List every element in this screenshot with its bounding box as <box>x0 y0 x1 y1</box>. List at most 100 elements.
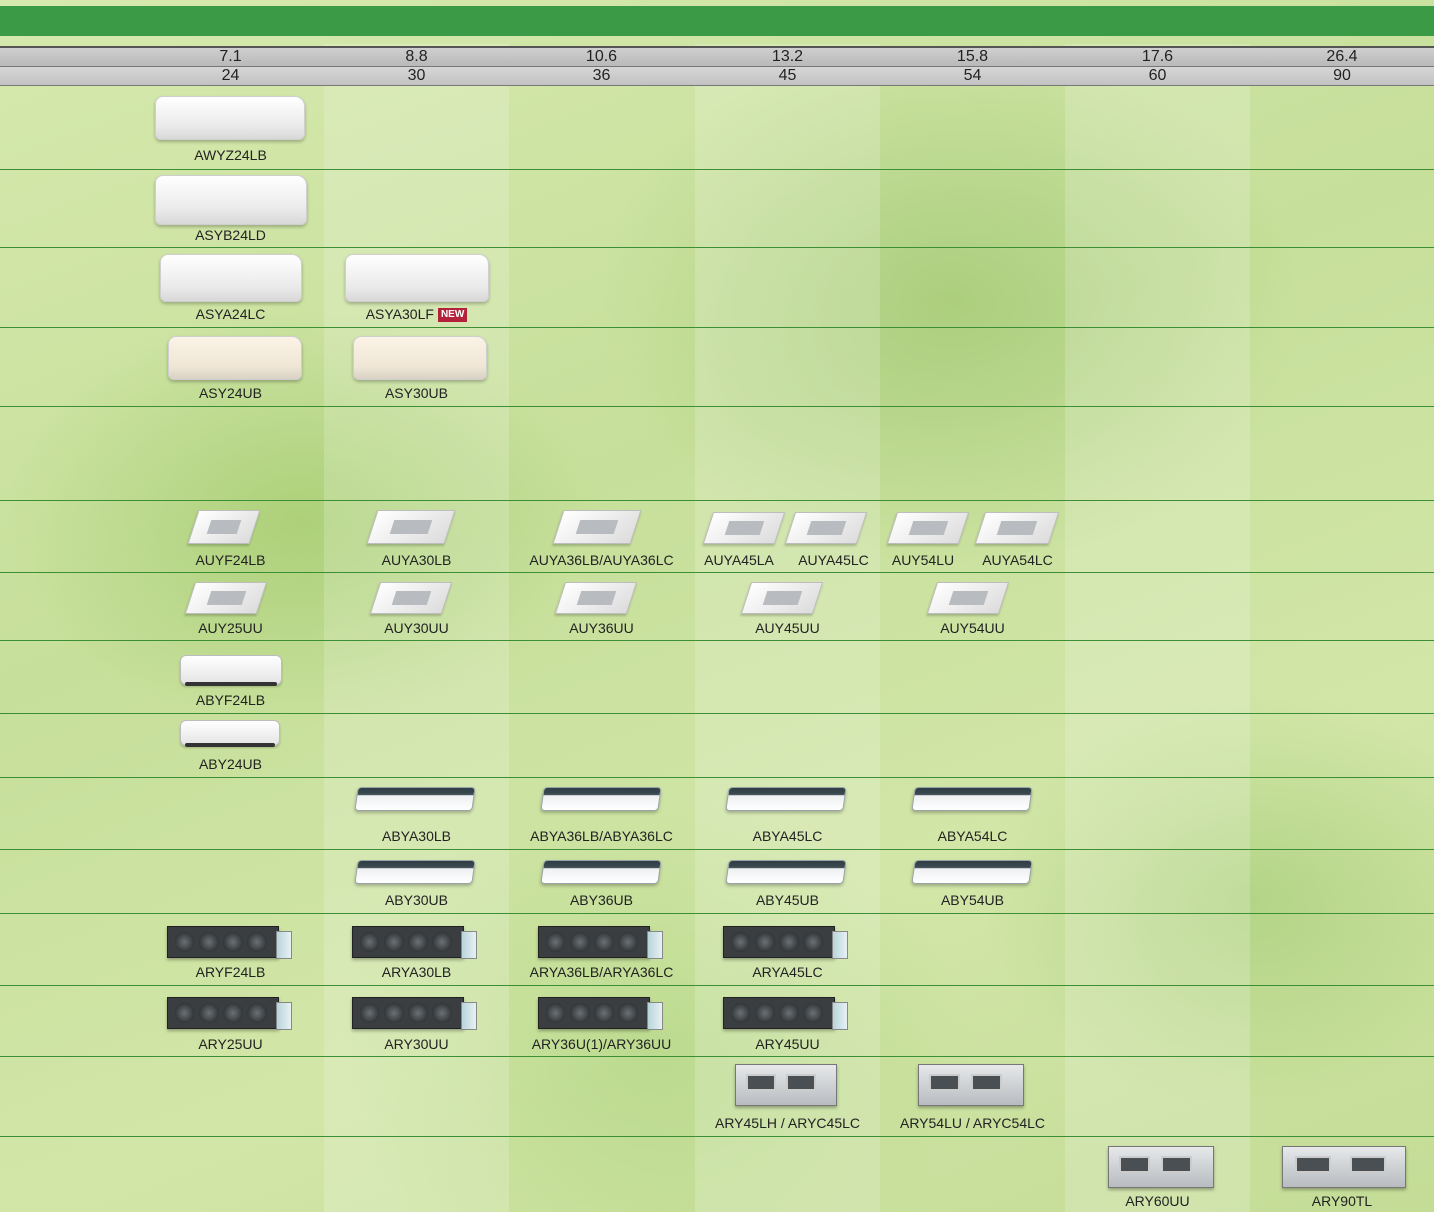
header-cell: 60 <box>1148 67 1167 84</box>
cassette-unit-image <box>702 512 786 544</box>
row-divider <box>0 500 1434 501</box>
header-cell: 26.4 <box>1326 48 1358 65</box>
model-label: ASY24UB <box>198 385 263 401</box>
model-label: ARYA30LB <box>381 964 452 980</box>
model-label: ABYA54LC <box>937 828 1008 844</box>
top-green-band <box>0 6 1434 36</box>
model-label: ARY45UU <box>755 1036 820 1052</box>
model-label: ABYF24LB <box>195 692 266 708</box>
wall-mounted-unit-image <box>155 175 307 225</box>
model-label: AUYA30LB <box>381 552 452 568</box>
cassette-unit-image <box>886 512 970 544</box>
model-label: ABY54UB <box>940 892 1005 908</box>
high-static-duct-image <box>735 1064 837 1106</box>
model-label: ARY45LH / ARYC45LC <box>714 1115 860 1131</box>
model-label: ASYA30LF <box>365 306 434 322</box>
ceiling-unit-image <box>354 787 476 811</box>
header-cell: 30 <box>407 67 426 84</box>
duct-unit-image <box>352 997 477 1030</box>
row-divider <box>0 849 1434 850</box>
ceiling-unit-image <box>911 860 1033 884</box>
header-cell: 45 <box>778 67 797 84</box>
model-label: AUYA36LB/AUYA36LC <box>529 552 674 568</box>
row-divider <box>0 247 1434 248</box>
header-cell: 15.8 <box>956 48 989 65</box>
header-cell: 24 <box>221 67 240 84</box>
model-label: AUYF24LB <box>195 552 266 568</box>
cassette-unit-image <box>974 512 1060 544</box>
cassette-unit-image <box>369 582 453 614</box>
model-label: ASYB24LD <box>195 227 266 243</box>
model-label: ARYF24LB <box>195 964 266 980</box>
model-label: ABYA45LC <box>752 828 823 844</box>
header-row-kbtu: 24 30 36 45 54 60 90 <box>0 66 1434 86</box>
model-label: AWYZ24LB <box>194 147 267 163</box>
high-static-duct-image <box>1282 1146 1406 1188</box>
model-label: AUY45UU <box>755 620 820 636</box>
ceiling-unit-image <box>180 720 280 747</box>
row-divider <box>0 406 1434 407</box>
ceiling-unit-image <box>180 655 282 686</box>
model-label: ABYA30LB <box>381 828 451 844</box>
duct-unit-image <box>167 997 292 1030</box>
wall-mounted-unit-image <box>353 336 487 380</box>
model-label: AUYA54LC <box>982 552 1053 568</box>
ceiling-unit-image <box>540 860 662 884</box>
column-stripe-17-6 <box>1065 44 1250 1212</box>
row-divider <box>0 777 1434 778</box>
row-divider <box>0 572 1434 573</box>
model-label: AUY36UU <box>569 620 634 636</box>
model-label: AUY30UU <box>384 620 449 636</box>
ceiling-unit-image <box>725 787 847 811</box>
duct-unit-image <box>723 926 848 959</box>
model-label: ARY90TL <box>1311 1193 1373 1209</box>
wall-mounted-unit-image <box>345 254 489 302</box>
cassette-unit-image <box>187 510 261 544</box>
model-label: AUY25UU <box>198 620 263 636</box>
duct-unit-image <box>723 997 848 1030</box>
cassette-unit-image <box>184 582 268 614</box>
ceiling-unit-image <box>354 860 476 884</box>
model-label: ASYA24LC <box>195 306 266 322</box>
new-badge: NEW <box>437 308 468 323</box>
ceiling-unit-image <box>911 787 1033 811</box>
header-cell: 7.1 <box>219 48 242 65</box>
model-label: ABY30UB <box>384 892 449 908</box>
model-label: ARY25UU <box>198 1036 263 1052</box>
model-label: ABY36UB <box>569 892 634 908</box>
header-cell: 13.2 <box>771 48 804 65</box>
wall-mounted-unit-image <box>168 336 302 380</box>
model-label: ARY30UU <box>384 1036 449 1052</box>
header-cell: 17.6 <box>1141 48 1174 65</box>
row-divider <box>0 1056 1434 1057</box>
model-label-new: ASYA30LF NEW <box>324 306 509 323</box>
model-label: ARY54LU / ARYC54LC <box>899 1115 1045 1131</box>
cassette-unit-image <box>552 510 642 544</box>
row-divider <box>0 913 1434 914</box>
row-divider <box>0 327 1434 328</box>
duct-unit-image <box>538 997 663 1030</box>
model-label: AUY54UU <box>940 620 1005 636</box>
row-divider <box>0 640 1434 641</box>
model-label: ARY36U(1)/ARY36UU <box>531 1036 672 1052</box>
header-cell: 10.6 <box>585 48 618 65</box>
header-row-kw: 7.1 8.8 10.6 13.2 15.8 17.6 26.4 <box>0 46 1434 66</box>
header-cell: 54 <box>963 67 982 84</box>
model-label: ARYA45LC <box>752 964 823 980</box>
duct-unit-image <box>167 926 292 959</box>
model-label: ABYA36LB/ABYA36LC <box>530 828 673 844</box>
row-divider <box>0 713 1434 714</box>
model-label: ARYA36LB/ARYA36LC <box>529 964 674 980</box>
duct-unit-image <box>538 926 663 959</box>
wall-mounted-unit-image <box>160 254 302 302</box>
cassette-unit-image <box>366 510 456 544</box>
model-label: AUYA45LC <box>798 552 869 568</box>
cassette-unit-image <box>740 582 824 614</box>
model-label: ARY60UU <box>1125 1193 1190 1209</box>
duct-unit-image <box>352 926 477 959</box>
row-divider <box>0 985 1434 986</box>
header-cell: 36 <box>592 67 611 84</box>
cassette-unit-image <box>554 582 638 614</box>
ceiling-unit-image <box>540 787 662 811</box>
header-cell: 8.8 <box>405 48 428 65</box>
